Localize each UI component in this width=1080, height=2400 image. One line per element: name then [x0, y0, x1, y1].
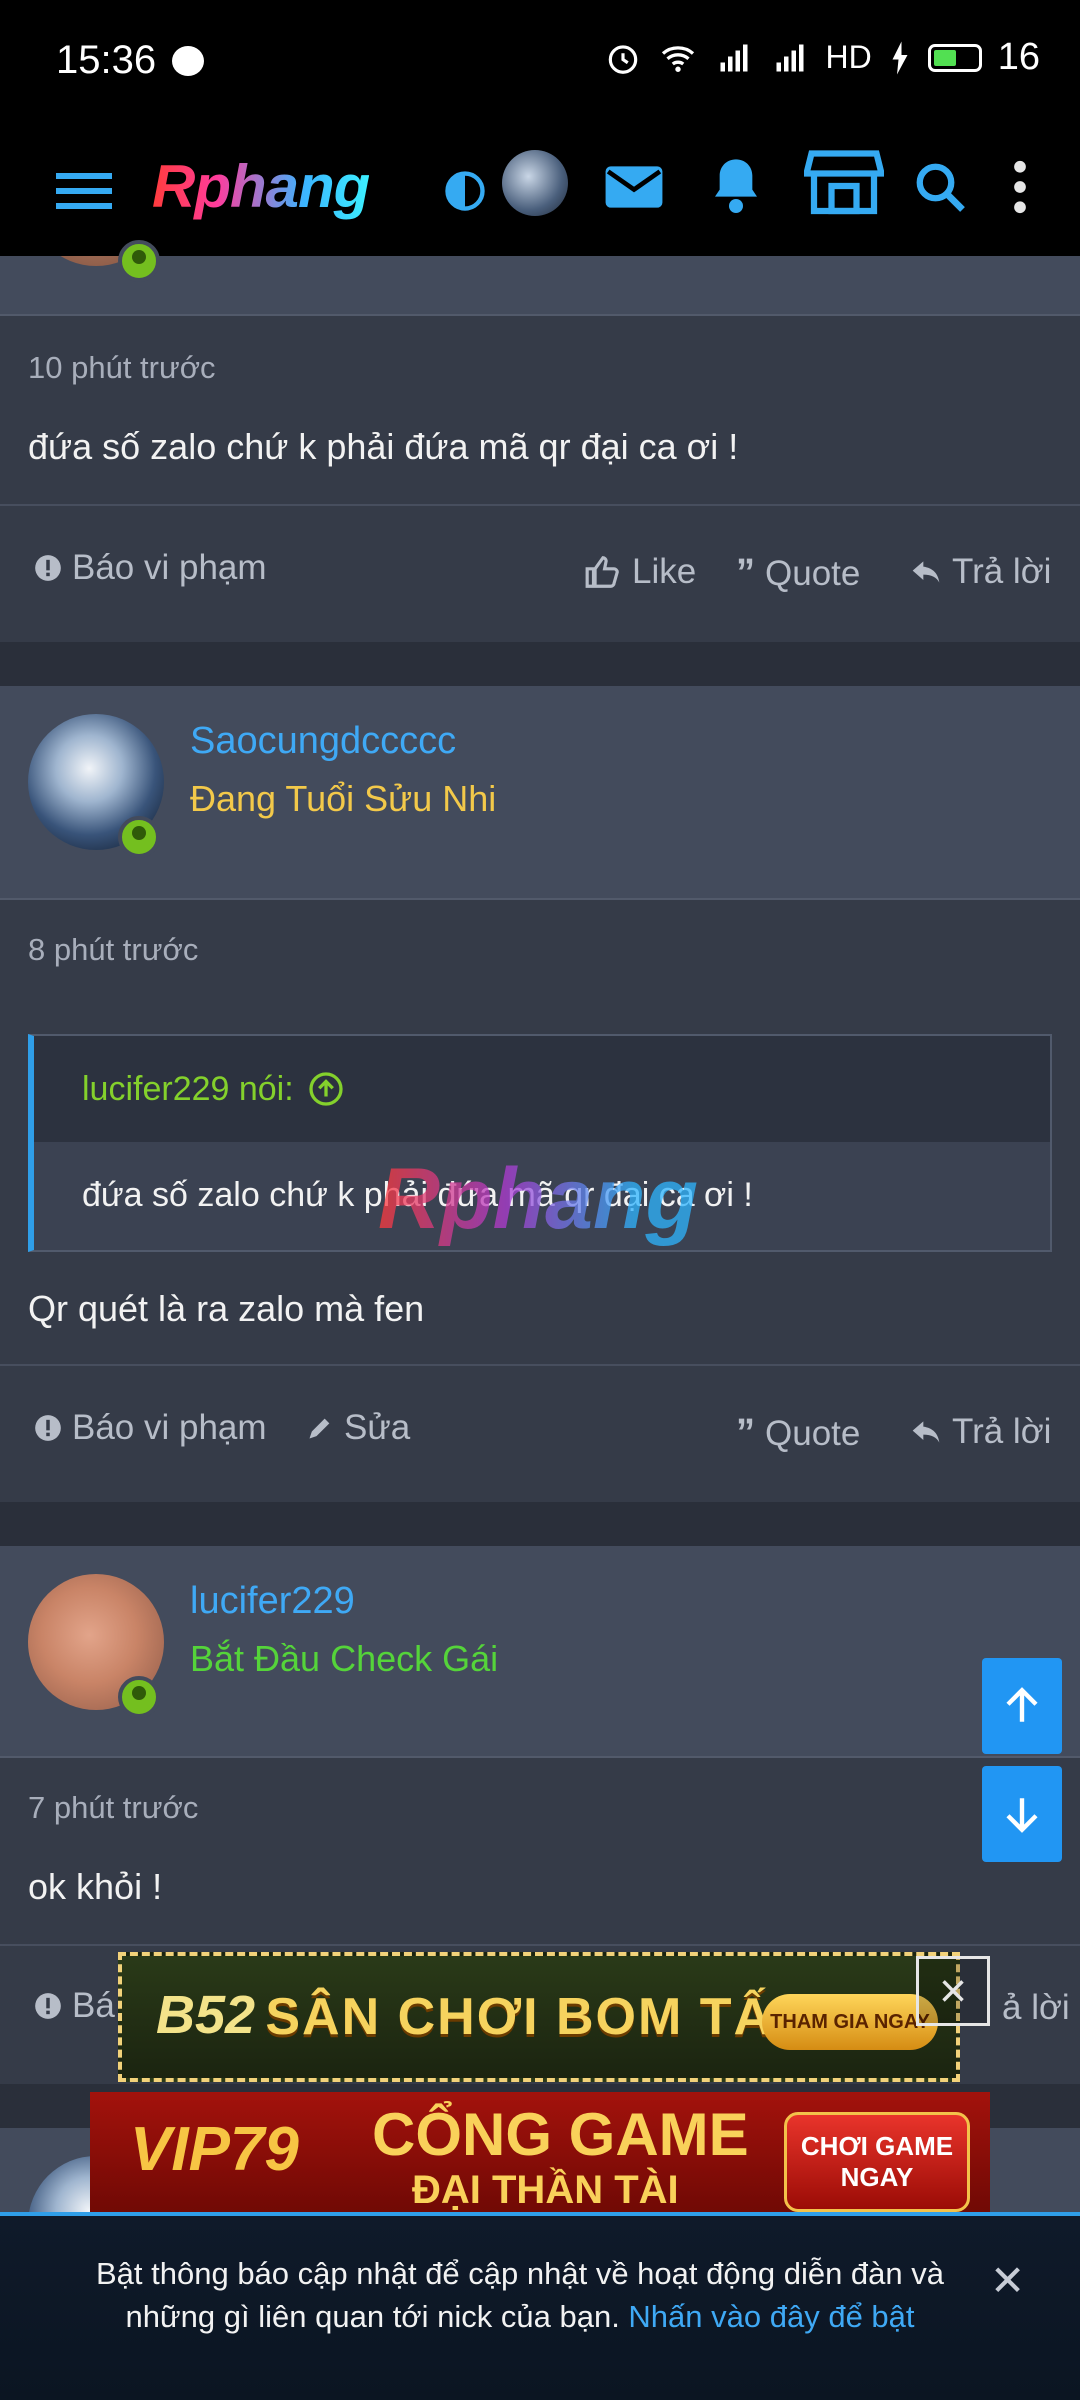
pencil-icon: [309, 1418, 330, 1439]
battery-level: 16: [997, 36, 1040, 78]
report-button[interactable]: Bá: [34, 1986, 115, 2026]
post2-content: Qr quét là ra zalo mà fen: [28, 1288, 425, 1329]
watermark-logo: Rphang: [378, 1151, 699, 1247]
ad2-line2: ĐẠI THẦN TÀI: [412, 2168, 679, 2212]
user-avatar[interactable]: [502, 150, 568, 216]
contrast-icon[interactable]: [440, 156, 490, 226]
ad2-button-line1: CHƠI GAME: [800, 2131, 954, 2161]
quote-header: lucifer229 nói:: [34, 1036, 1050, 1142]
ad-close-button[interactable]: ×: [916, 1956, 990, 2026]
hamburger-icon[interactable]: [54, 156, 114, 226]
status-bar: 15:36 HD 16: [0, 0, 1080, 126]
post3-time: 7 phút trước: [28, 1790, 199, 1825]
reply-icon: [912, 561, 940, 583]
quote-icon: ”: [736, 552, 755, 594]
post3-online-indicator: [118, 1676, 160, 1718]
close-icon[interactable]: ✕: [990, 2256, 1025, 2305]
scroll-up-button[interactable]: [982, 1658, 1062, 1754]
charging-icon: [892, 41, 908, 74]
hd-label: HD: [825, 39, 872, 75]
notification-banner: Bật thông báo cập nhật để cập nhật về ho…: [0, 2212, 1080, 2400]
post1-user-row: [0, 256, 1080, 316]
post3-user-title: Bắt Đầu Check Gái: [190, 1638, 499, 1679]
alert-icon: [35, 1993, 61, 2019]
report-label: Báo vi phạm: [72, 548, 267, 587]
post2-time: 8 phút trước: [28, 932, 199, 967]
arrow-down-icon: [1006, 1798, 1038, 1833]
post1-divider: [0, 504, 1080, 506]
post3-user-row: lucifer229 Bắt Đầu Check Gái: [0, 1546, 1080, 1758]
search-icon[interactable]: [910, 152, 970, 222]
post1-time: 10 phút trước: [28, 350, 216, 385]
report-button[interactable]: Báo vi phạm: [34, 548, 267, 588]
post-gap: [0, 642, 1080, 686]
quote-button[interactable]: ” Quote: [736, 1412, 860, 1455]
close-icon: ×: [938, 1964, 968, 2018]
mail-icon[interactable]: [602, 152, 666, 222]
edit-label: Sửa: [344, 1408, 411, 1447]
report-label: Báo vi phạm: [72, 1408, 267, 1447]
more-vertical-icon[interactable]: [1000, 152, 1040, 222]
like-button[interactable]: Like: [584, 552, 696, 592]
post2-divider: [0, 1364, 1080, 1366]
edit-button[interactable]: Sửa: [306, 1408, 410, 1448]
chat-bubble-icon: [172, 46, 204, 76]
post3-username[interactable]: lucifer229: [190, 1580, 355, 1623]
reply-label: Trả lời: [952, 552, 1052, 591]
screen: { "status_bar": { "time": "15:36", "batt…: [0, 0, 1080, 2400]
quote-label: Quote: [765, 553, 861, 593]
ad1-join-button[interactable]: THAM GIA NGAY: [762, 1994, 938, 2050]
reply-button[interactable]: ả lời: [1002, 1988, 1070, 2028]
ad2-button-line2: NGAY: [840, 2162, 914, 2192]
post2-online-indicator: [118, 816, 160, 858]
scroll-down-button[interactable]: [982, 1766, 1062, 1862]
arrow-up-circle-icon[interactable]: [308, 1071, 344, 1107]
reply-icon: [912, 1421, 940, 1443]
reply-label: ả lời: [1002, 1988, 1070, 2027]
post3-content: ok khỏi !: [28, 1866, 163, 1907]
reply-button[interactable]: Trả lời: [910, 552, 1051, 592]
post1-content: đứa số zalo chứ k phải đứa mã qr đại ca …: [28, 426, 739, 467]
thumbs-up-icon: [585, 556, 619, 588]
alert-icon: [35, 1415, 61, 1441]
quote-button[interactable]: ” Quote: [736, 552, 860, 595]
quote-icon: ”: [736, 1412, 755, 1454]
bell-icon[interactable]: [706, 150, 766, 220]
post2-user-title: Đang Tuổi Sửu Nhi: [190, 778, 497, 819]
enable-notifications-link[interactable]: Nhấn vào đây để bật: [628, 2299, 914, 2334]
ad2-logo: VIP79: [130, 2115, 299, 2184]
status-time: 15:36: [56, 38, 157, 82]
quote-author[interactable]: lucifer229 nói:: [82, 1070, 294, 1109]
quote-label: Quote: [765, 1413, 861, 1453]
ad2-play-button[interactable]: CHƠI GAME NGAY: [784, 2112, 970, 2212]
arrow-up-icon: [1006, 1687, 1038, 1722]
banner-ad-b52[interactable]: B52 SÂN CHƠI BOM TẤN THAM GIA NGAY: [118, 1952, 960, 2082]
alarm-icon: [608, 44, 637, 74]
report-label: Bá: [72, 1986, 115, 2025]
wifi-icon: [661, 45, 694, 72]
report-button[interactable]: Báo vi phạm: [34, 1408, 267, 1448]
like-label: Like: [632, 552, 697, 591]
post2-user-row: Saocungdccccc Đang Tuổi Sửu Nhi: [0, 686, 1080, 900]
ad2-line1: CỔNG GAME: [372, 2101, 749, 2168]
site-logo[interactable]: Rphang: [152, 152, 370, 221]
reply-label: Trả lời: [952, 1412, 1052, 1451]
post3-divider: [0, 1944, 1080, 1946]
post-gap: [0, 1502, 1080, 1546]
status-icons: HD 16: [604, 36, 1040, 79]
signal-icon-2: [776, 44, 803, 71]
banner-ad-vip79[interactable]: VIP79 CỔNG GAME ĐẠI THẦN TÀI CHƠI GAME N…: [90, 2092, 990, 2218]
post1-online-indicator: [118, 240, 160, 282]
alert-icon: [35, 555, 61, 581]
post2-username[interactable]: Saocungdccccc: [190, 720, 456, 763]
store-icon[interactable]: [802, 146, 886, 216]
ad1-logo: B52: [156, 1985, 256, 2045]
battery-icon: [927, 43, 982, 72]
post1: 10 phút trước đứa số zalo chứ k phải đứa…: [0, 316, 1080, 642]
signal-icon-1: [720, 44, 747, 71]
notification-text: Bật thông báo cập nhật để cập nhật về ho…: [80, 2252, 960, 2338]
ad1-text: SÂN CHƠI BOM TẤN: [265, 1988, 813, 2046]
reply-button[interactable]: Trả lời: [910, 1412, 1051, 1452]
